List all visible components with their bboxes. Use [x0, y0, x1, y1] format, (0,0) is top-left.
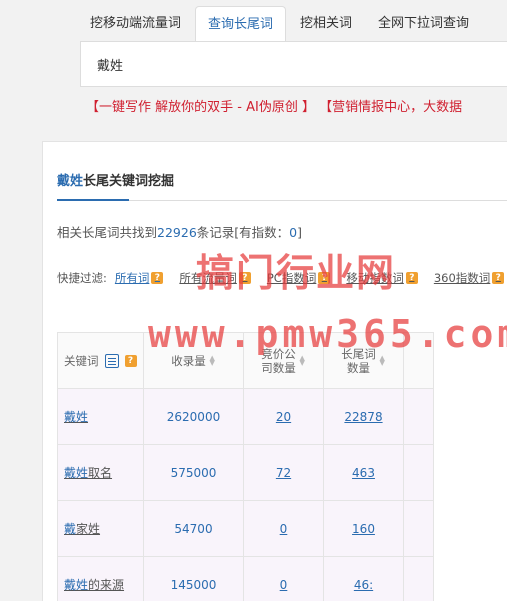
- overflow-cell: [403, 444, 434, 501]
- panel-title: 戴姓长尾关键词挖掘: [57, 170, 174, 189]
- longtail-cell: 463: [323, 444, 404, 501]
- keyword-cell: 戴家姓: [57, 500, 144, 557]
- panel-title-suffix: 长尾关键词挖掘: [83, 174, 175, 189]
- sort-icon[interactable]: ▲ ▼: [299, 354, 306, 366]
- search-box: [80, 41, 507, 87]
- keyword-table: 关键词? 收录量 ▲ ▼ 竞价公 司数量 ▲ ▼ 长尾词 数量 ▲ ▼ 戴姓 2620000 2…: [57, 332, 434, 601]
- query-tabs: 挖移动端流量词 查询长尾词 挖相关词 全网下拉词查询: [78, 6, 481, 42]
- bid-cell: 0: [243, 500, 324, 557]
- panel-title-keyword: 戴姓: [57, 174, 84, 189]
- promo-ai-writing-link[interactable]: 【一键写作 解放你的双手 - AI伪原创 】: [86, 100, 315, 115]
- keyword-link[interactable]: 戴家姓: [64, 522, 100, 536]
- filter-all-words[interactable]: 所有词?: [115, 270, 164, 286]
- help-icon[interactable]: ?: [151, 272, 164, 284]
- table-row: 戴家姓 54700 0 160: [57, 500, 434, 557]
- filter-360-index-words[interactable]: 360指数词?: [434, 270, 505, 286]
- help-icon[interactable]: ?: [405, 272, 418, 284]
- longtail-cell: 46:: [323, 556, 404, 601]
- bid-link[interactable]: 0: [280, 578, 288, 592]
- longtail-cell: 22878: [323, 388, 404, 445]
- sort-icon[interactable]: ▲ ▼: [209, 354, 216, 366]
- bid-link[interactable]: 72: [276, 466, 291, 480]
- search-input[interactable]: [81, 42, 507, 86]
- keyword-link[interactable]: 戴姓取名: [64, 466, 112, 480]
- bid-cell: 72: [243, 444, 324, 501]
- watermark-url: www.pmw365.com: [148, 312, 507, 356]
- col-keyword-label: 关键词: [64, 353, 99, 368]
- bid-cell: 20: [243, 388, 324, 445]
- keyword-link[interactable]: 戴姓的来源: [64, 578, 124, 592]
- summary-suffix: ]: [297, 225, 303, 240]
- longtail-panel: 戴姓长尾关键词挖掘 相关长尾词共找到22926条记录[有指数：0] 快捷过滤: …: [42, 141, 507, 601]
- result-summary: 相关长尾词共找到22926条记录[有指数：0]: [57, 222, 302, 241]
- bid-cell: 0: [243, 556, 324, 601]
- summary-middle: 条记录[有指数：: [196, 225, 290, 240]
- longtail-link[interactable]: 22878: [344, 410, 382, 424]
- keyword-cell: 戴姓的来源: [57, 556, 144, 601]
- summary-index-count: 0: [289, 225, 298, 240]
- longtail-cell: 160: [323, 500, 404, 557]
- tab-longtail-query[interactable]: 查询长尾词: [195, 6, 287, 42]
- longtail-link[interactable]: 160: [352, 522, 375, 536]
- volume-cell: 2620000: [143, 388, 244, 445]
- help-icon[interactable]: ?: [124, 354, 137, 367]
- table-row: 戴姓 2620000 20 22878: [57, 388, 434, 445]
- promo-bar: 【一键写作 解放你的双手 - AI伪原创 】 【营销情报中心，大数据: [86, 96, 507, 115]
- keyword-link[interactable]: 戴姓: [64, 410, 88, 424]
- longtail-link[interactable]: 463: [352, 466, 375, 480]
- volume-cell: 54700: [143, 500, 244, 557]
- bid-link[interactable]: 0: [280, 522, 288, 536]
- longtail-link[interactable]: 46:: [354, 578, 373, 592]
- promo-marketing-link[interactable]: 【营销情报中心，大数据: [319, 100, 462, 115]
- copy-icon[interactable]: [104, 353, 119, 368]
- filter-label: 快捷过滤:: [57, 271, 107, 285]
- table-row: 戴姓的来源 145000 0 46:: [57, 556, 434, 601]
- help-icon[interactable]: ?: [492, 272, 505, 284]
- watermark-text: 搞门行业网: [196, 251, 397, 295]
- tab-mobile-traffic[interactable]: 挖移动端流量词: [78, 6, 193, 42]
- overflow-cell: [403, 556, 434, 601]
- summary-count: 22926: [157, 225, 197, 240]
- overflow-cell: [403, 388, 434, 445]
- bid-link[interactable]: 20: [276, 410, 291, 424]
- keyword-cell: 戴姓: [57, 388, 144, 445]
- tab-related-words[interactable]: 挖相关词: [288, 6, 364, 42]
- keyword-cell: 戴姓取名: [57, 444, 144, 501]
- table-row: 戴姓取名 575000 72 463: [57, 444, 434, 501]
- sort-icon[interactable]: ▲ ▼: [379, 354, 386, 366]
- overflow-cell: [403, 500, 434, 557]
- col-keyword: 关键词?: [57, 332, 144, 389]
- tab-dropdown-words[interactable]: 全网下拉词查询: [366, 6, 481, 42]
- summary-prefix: 相关长尾词共找到: [57, 225, 158, 240]
- volume-cell: 145000: [143, 556, 244, 601]
- volume-cell: 575000: [143, 444, 244, 501]
- panel-title-accent: [57, 199, 129, 201]
